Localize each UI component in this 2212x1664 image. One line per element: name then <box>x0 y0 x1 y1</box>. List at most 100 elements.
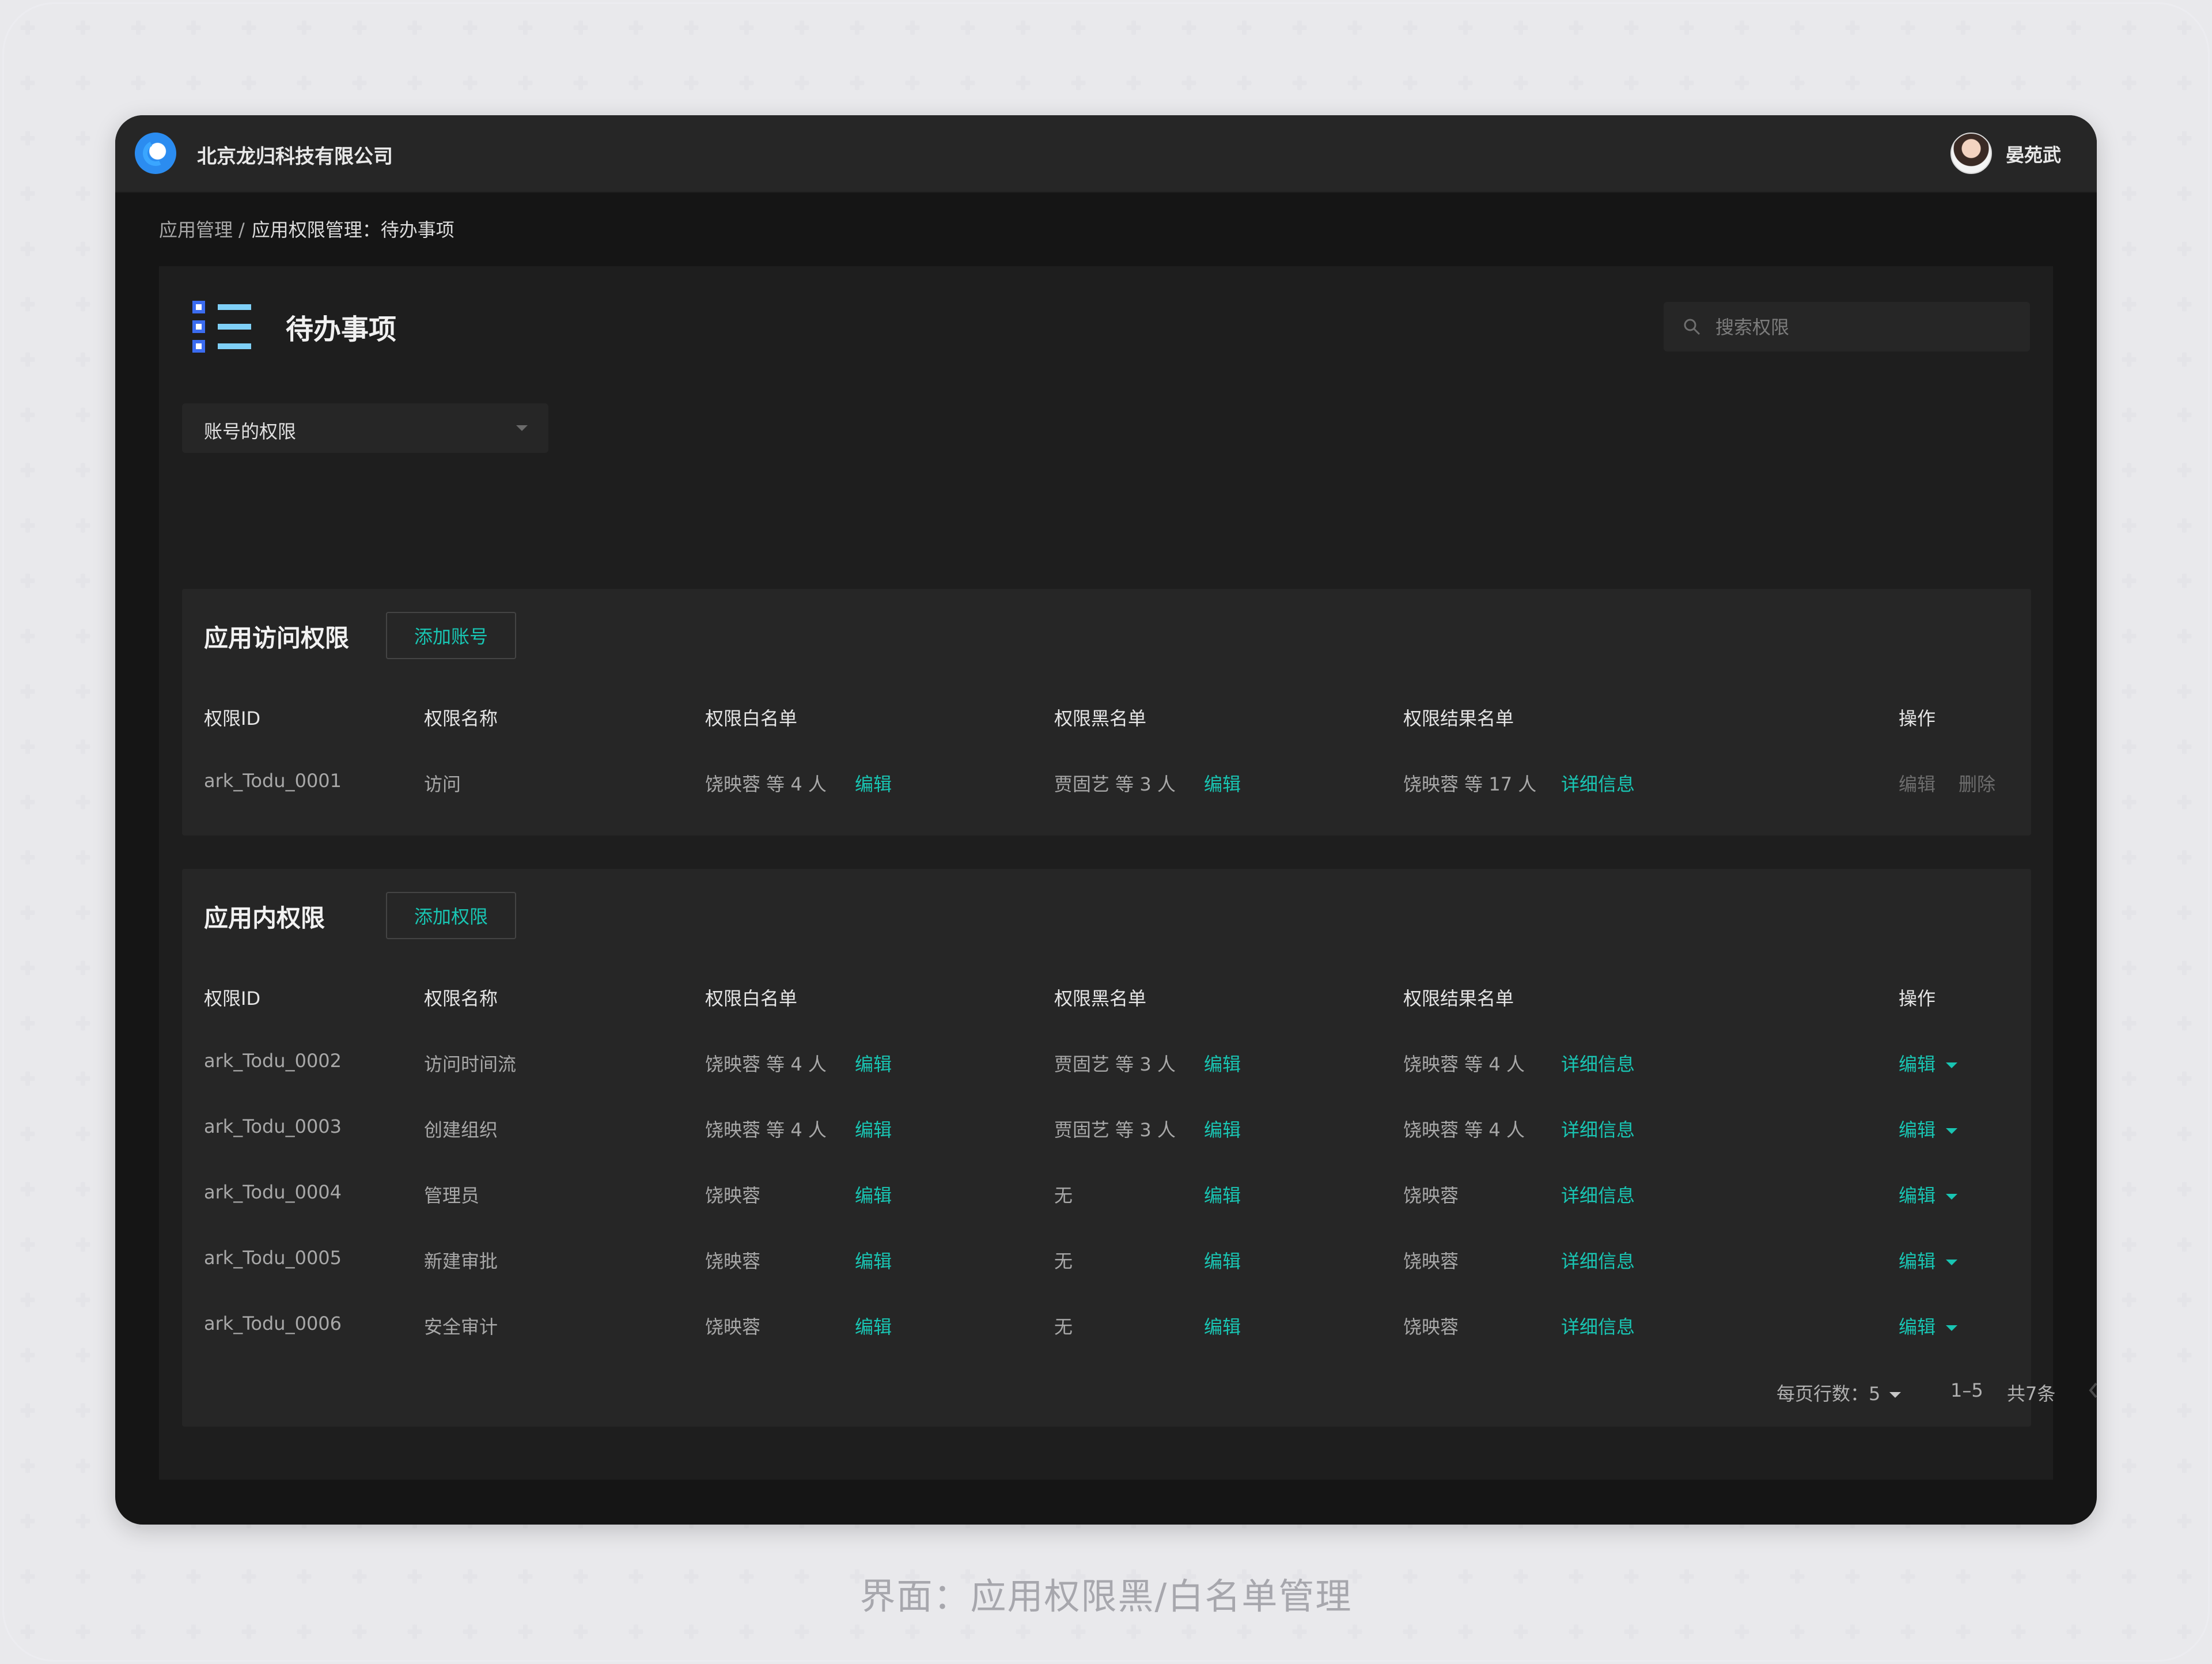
result-details-link[interactable]: 详细信息 <box>1561 1050 1635 1076</box>
filter-selected-value: 账号的权限 <box>204 421 297 443</box>
caret-down-icon <box>1946 1062 1958 1068</box>
edit-blacklist-link[interactable]: 编辑 <box>1204 1181 1241 1208</box>
blacklist-summary: 贾固艺 等 3 人 <box>1054 773 1176 795</box>
permission-id: ark_Todu_0006 <box>204 1313 342 1334</box>
breadcrumb-separator: / <box>238 219 245 241</box>
column-header-whitelist: 权限白名单 <box>705 708 798 729</box>
user-name[interactable]: 晏苑武 <box>2006 141 2061 167</box>
edit-dropdown-label: 编辑 <box>1899 1119 1936 1141</box>
edit-whitelist-link[interactable]: 编辑 <box>855 1115 892 1142</box>
user-avatar[interactable] <box>1950 133 1992 174</box>
permission-name: 创建组织 <box>424 1119 498 1141</box>
chevron-down-icon <box>516 425 528 431</box>
inner-permission-card: 应用内权限 添加权限 权限ID 权限名称 权限白名单 权限黑名单 权限结果名单 … <box>182 869 2097 1427</box>
edit-dropdown-label: 编辑 <box>1899 1053 1936 1075</box>
permission-name: 安全审计 <box>424 1316 498 1338</box>
column-header-actions: 操作 <box>1899 708 1936 729</box>
permission-id: ark_Todu_0003 <box>204 1115 342 1137</box>
edit-whitelist-link[interactable]: 编辑 <box>855 1050 892 1076</box>
result-summary: 饶映蓉 <box>1403 1250 1459 1272</box>
permission-id: ark_Todu_0005 <box>204 1247 342 1269</box>
result-details-link[interactable]: 详细信息 <box>1561 770 1635 796</box>
breadcrumb: 应用管理 / 应用权限管理：待办事项 <box>159 215 454 242</box>
column-header-result: 权限结果名单 <box>1403 708 1514 729</box>
add-permission-button[interactable]: 添加权限 <box>386 892 516 939</box>
blacklist-summary: 无 <box>1054 1250 1073 1272</box>
column-header-id: 权限ID <box>204 708 261 729</box>
edit-dropdown-button[interactable]: 编辑 <box>1899 1181 1958 1208</box>
delete-row-button[interactable]: 删除 <box>1959 770 1995 796</box>
caret-down-icon <box>1946 1260 1958 1265</box>
inner-section-title: 应用内权限 <box>204 904 325 932</box>
breadcrumb-item-current: 应用权限管理：待办事项 <box>251 219 454 241</box>
result-details-link[interactable]: 详细信息 <box>1561 1247 1635 1273</box>
permission-id: ark_Todu_0001 <box>204 770 342 792</box>
edit-whitelist-link[interactable]: 编辑 <box>855 1181 892 1208</box>
edit-dropdown-button[interactable]: 编辑 <box>1899 1115 1958 1142</box>
column-header-actions: 操作 <box>1899 988 1936 1009</box>
edit-whitelist-link[interactable]: 编辑 <box>855 1313 892 1339</box>
edit-dropdown-button[interactable]: 编辑 <box>1899 1313 1958 1339</box>
caret-down-icon <box>1946 1325 1958 1331</box>
app-window: 北京龙归科技有限公司 晏苑武 应用管理 / 应用权限管理：待办事项 待办事项 搜… <box>115 115 2097 1525</box>
permission-name: 访问时间流 <box>424 1053 517 1075</box>
permission-name: 访问 <box>424 773 461 795</box>
edit-blacklist-link[interactable]: 编辑 <box>1204 1313 1241 1339</box>
access-permission-card: 应用访问权限 添加账号 权限ID 权限名称 权限白名单 权限黑名单 权限结果名单… <box>182 589 2031 835</box>
edit-dropdown-label: 编辑 <box>1899 1316 1936 1338</box>
permission-filter-select[interactable]: 账号的权限 <box>182 403 548 453</box>
list-icon <box>192 301 251 353</box>
edit-whitelist-link[interactable]: 编辑 <box>855 770 892 796</box>
company-logo-icon[interactable] <box>135 133 176 174</box>
caret-down-icon <box>1889 1392 1902 1398</box>
search-box[interactable] <box>1664 302 2030 351</box>
permission-name: 管理员 <box>424 1185 480 1207</box>
result-summary: 饶映蓉 等 4 人 <box>1403 1119 1525 1141</box>
edit-whitelist-link[interactable]: 编辑 <box>855 1247 892 1273</box>
page-title: 待办事项 <box>286 313 397 346</box>
edit-blacklist-link[interactable]: 编辑 <box>1204 1115 1241 1142</box>
column-header-name: 权限名称 <box>424 988 498 1009</box>
result-summary: 饶映蓉 等 4 人 <box>1403 1053 1525 1075</box>
breadcrumb-item-app-management[interactable]: 应用管理 <box>159 219 233 241</box>
result-details-link[interactable]: 详细信息 <box>1561 1313 1635 1339</box>
column-header-blacklist: 权限黑名单 <box>1054 708 1147 729</box>
result-details-link[interactable]: 详细信息 <box>1561 1181 1635 1208</box>
edit-dropdown-button[interactable]: 编辑 <box>1899 1050 1958 1076</box>
edit-blacklist-link[interactable]: 编辑 <box>1204 770 1241 796</box>
caret-down-icon <box>1946 1128 1958 1134</box>
search-icon <box>1684 319 1700 335</box>
rows-per-page-label: 每页行数：5 <box>1777 1383 1881 1405</box>
result-summary: 饶映蓉 等 17 人 <box>1403 773 1537 795</box>
chevron-left-icon[interactable] <box>2088 1382 2097 1399</box>
caret-down-icon <box>1946 1194 1958 1200</box>
permission-id: ark_Todu_0004 <box>204 1181 342 1203</box>
access-section-title: 应用访问权限 <box>204 624 350 652</box>
search-input[interactable] <box>1714 311 2016 343</box>
result-summary: 饶映蓉 <box>1403 1316 1459 1338</box>
edit-blacklist-link[interactable]: 编辑 <box>1204 1050 1241 1076</box>
whitelist-summary: 饶映蓉 <box>705 1185 761 1207</box>
permission-id: ark_Todu_0002 <box>204 1050 342 1072</box>
column-header-result: 权限结果名单 <box>1403 988 1514 1009</box>
whitelist-summary: 饶映蓉 等 4 人 <box>705 773 827 795</box>
whitelist-summary: 饶映蓉 等 4 人 <box>705 1119 827 1141</box>
add-account-button[interactable]: 添加账号 <box>386 612 516 659</box>
whitelist-summary: 饶映蓉 <box>705 1250 761 1272</box>
blacklist-summary: 贾固艺 等 3 人 <box>1054 1053 1176 1075</box>
column-header-blacklist: 权限黑名单 <box>1054 988 1147 1009</box>
rows-per-page-select[interactable]: 每页行数：5 <box>1777 1379 1902 1406</box>
total-count: 共7条 <box>2007 1383 2056 1405</box>
whitelist-summary: 饶映蓉 等 4 人 <box>705 1053 827 1075</box>
result-details-link[interactable]: 详细信息 <box>1561 1115 1635 1142</box>
blacklist-summary: 无 <box>1054 1316 1073 1338</box>
column-header-id: 权限ID <box>204 988 261 1009</box>
edit-dropdown-label: 编辑 <box>1899 1185 1936 1207</box>
edit-blacklist-link[interactable]: 编辑 <box>1204 1247 1241 1273</box>
company-name: 北京龙归科技有限公司 <box>197 145 393 168</box>
edit-dropdown-button[interactable]: 编辑 <box>1899 1247 1958 1273</box>
top-bar: 北京龙归科技有限公司 晏苑武 <box>115 115 2097 193</box>
column-header-name: 权限名称 <box>424 708 498 729</box>
edit-row-button[interactable]: 编辑 <box>1899 770 1936 796</box>
whitelist-summary: 饶映蓉 <box>705 1316 761 1338</box>
